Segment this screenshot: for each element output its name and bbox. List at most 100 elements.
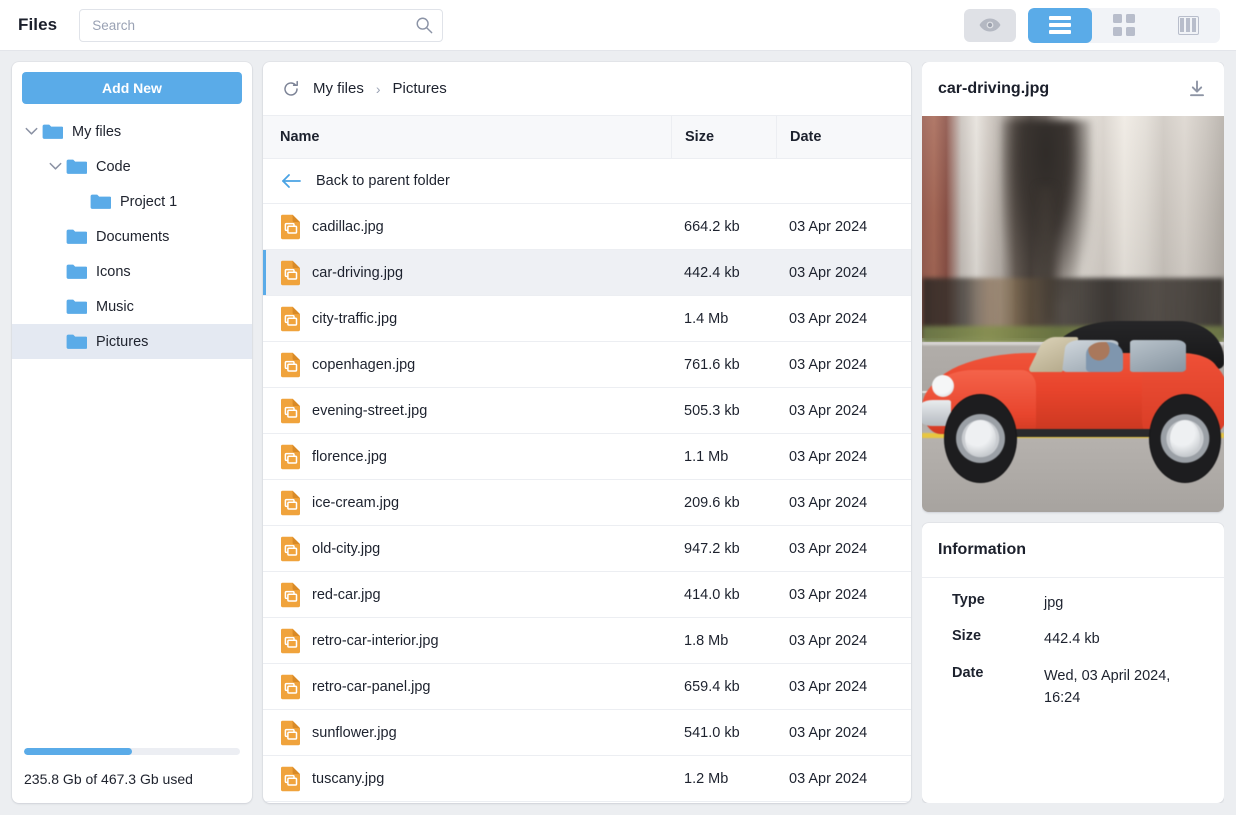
information-value: jpg	[1044, 592, 1208, 614]
app-header: Files	[0, 0, 1236, 51]
file-icon-wrap	[280, 720, 301, 746]
back-to-parent-label: Back to parent folder	[316, 173, 450, 189]
breadcrumb-item-current[interactable]: Pictures	[393, 80, 447, 97]
sidebar-item-icons[interactable]: Icons	[12, 254, 252, 289]
file-name-cell: tuscany.jpg	[263, 766, 671, 792]
breadcrumb-item-root[interactable]: My files	[313, 80, 364, 97]
table-row[interactable]: sunflower.jpg541.0 kb03 Apr 2024	[263, 710, 911, 756]
table-row[interactable]: old-city.jpg947.2 kb03 Apr 2024	[263, 526, 911, 572]
information-rows: TypejpgSize442.4 kbDateWed, 03 April 202…	[922, 578, 1224, 724]
file-name-cell: city-traffic.jpg	[263, 306, 671, 332]
file-name-cell: retro-car-interior.jpg	[263, 628, 671, 654]
sidebar-item-my-files[interactable]: My files	[12, 114, 252, 149]
breadcrumb: My files › Pictures	[263, 62, 911, 116]
chevron-down-icon[interactable]	[49, 162, 62, 171]
table-row[interactable]: ice-cream.jpg209.6 kb03 Apr 2024	[263, 480, 911, 526]
image-file-icon	[280, 398, 301, 424]
file-date-cell: 03 Apr 2024	[776, 633, 911, 649]
folder-icon-wrap	[42, 123, 63, 140]
file-name-cell: copenhagen.jpg	[263, 352, 671, 378]
view-mode-grid-button[interactable]	[1092, 8, 1156, 43]
sidebar-item-label: Music	[96, 299, 134, 315]
file-date-cell: 03 Apr 2024	[776, 403, 911, 419]
back-to-parent-row[interactable]: Back to parent folder	[263, 159, 911, 204]
information-card: Information TypejpgSize442.4 kbDateWed, …	[922, 523, 1224, 803]
table-row[interactable]: retro-car-interior.jpg1.8 Mb03 Apr 2024	[263, 618, 911, 664]
file-size-cell: 541.0 kb	[671, 725, 776, 741]
sidebar-item-code[interactable]: Code	[12, 149, 252, 184]
sidebar-top: Add New	[12, 62, 252, 104]
image-file-icon	[280, 260, 301, 286]
folder-icon	[90, 193, 111, 210]
sidebar-item-label: My files	[72, 124, 121, 140]
storage-text: 235.8 Gb of 467.3 Gb used	[24, 771, 240, 787]
chevron-down-icon[interactable]	[25, 127, 38, 136]
column-header-size[interactable]: Size	[671, 116, 776, 159]
table-row[interactable]: evening-street.jpg505.3 kb03 Apr 2024	[263, 388, 911, 434]
file-date-cell: 03 Apr 2024	[776, 541, 911, 557]
header-actions	[964, 8, 1220, 43]
list-view-icon	[1049, 16, 1071, 34]
file-date-cell: 03 Apr 2024	[776, 495, 911, 511]
file-name-cell: florence.jpg	[263, 444, 671, 470]
image-file-icon	[280, 536, 301, 562]
file-name-cell: red-car.jpg	[263, 582, 671, 608]
sidebar-item-pictures[interactable]: Pictures	[12, 324, 252, 359]
file-name-label: florence.jpg	[312, 449, 387, 465]
file-name-label: red-car.jpg	[312, 587, 381, 603]
file-name-cell: old-city.jpg	[263, 536, 671, 562]
table-row[interactable]: tuscany.jpg1.2 Mb03 Apr 2024	[263, 756, 911, 802]
image-file-icon	[280, 674, 301, 700]
sidebar-item-label: Icons	[96, 264, 131, 280]
table-row[interactable]: car-driving.jpg442.4 kb03 Apr 2024	[263, 250, 911, 296]
folder-icon-wrap	[66, 333, 87, 350]
file-name-label: cadillac.jpg	[312, 219, 384, 235]
table-row[interactable]: florence.jpg1.1 Mb03 Apr 2024	[263, 434, 911, 480]
folder-tree: My files Code Project 1 Documents Icons Music…	[12, 114, 252, 359]
column-header-date[interactable]: Date	[776, 116, 911, 159]
table-row[interactable]: copenhagen.jpg761.6 kb03 Apr 2024	[263, 342, 911, 388]
file-size-cell: 442.4 kb	[671, 265, 776, 281]
preview-image[interactable]	[922, 116, 1224, 512]
folder-icon	[66, 333, 87, 350]
toggle-preview-button[interactable]	[964, 9, 1016, 42]
sidebar-item-project-1[interactable]: Project 1	[12, 184, 252, 219]
file-table-header: Name Size Date	[263, 116, 911, 159]
folder-icon-wrap	[66, 228, 87, 245]
file-icon-wrap	[280, 582, 301, 608]
sidebar-item-music[interactable]: Music	[12, 289, 252, 324]
sidebar-item-documents[interactable]: Documents	[12, 219, 252, 254]
add-new-button[interactable]: Add New	[22, 72, 242, 104]
table-row[interactable]: retro-car-panel.jpg659.4 kb03 Apr 2024	[263, 664, 911, 710]
file-name-label: retro-car-panel.jpg	[312, 679, 430, 695]
image-file-icon	[280, 214, 301, 240]
search-input[interactable]	[79, 9, 443, 42]
car-front-hubcap	[965, 420, 995, 457]
tree-expand-toggle[interactable]	[20, 127, 42, 136]
car-rear-wheel	[1149, 394, 1221, 483]
view-mode-list-button[interactable]	[1028, 8, 1092, 43]
table-row[interactable]: city-traffic.jpg1.4 Mb03 Apr 2024	[263, 296, 911, 342]
car-window-rear	[1130, 340, 1187, 372]
image-file-icon	[280, 490, 301, 516]
tree-expand-toggle[interactable]	[44, 162, 66, 171]
view-mode-columns-button[interactable]	[1156, 8, 1220, 43]
view-mode-group	[1028, 8, 1220, 43]
eye-icon	[978, 17, 1002, 33]
folder-icon	[66, 158, 87, 175]
car-driver	[1086, 342, 1124, 372]
file-size-cell: 1.1 Mb	[671, 449, 776, 465]
column-header-name[interactable]: Name	[263, 129, 671, 145]
table-row[interactable]: red-car.jpg414.0 kb03 Apr 2024	[263, 572, 911, 618]
storage-summary: 235.8 Gb of 467.3 Gb used	[12, 748, 252, 803]
information-row: Size442.4 kb	[938, 628, 1208, 650]
sidebar-item-label: Project 1	[120, 194, 177, 210]
download-button[interactable]	[1186, 78, 1208, 100]
preview-panel: car-driving.jpg	[922, 62, 1224, 803]
file-name-label: city-traffic.jpg	[312, 311, 397, 327]
refresh-button[interactable]	[281, 79, 301, 99]
information-value: 442.4 kb	[1044, 628, 1208, 650]
table-row[interactable]: cadillac.jpg664.2 kb03 Apr 2024	[263, 204, 911, 250]
file-icon-wrap	[280, 674, 301, 700]
file-name-label: copenhagen.jpg	[312, 357, 415, 373]
